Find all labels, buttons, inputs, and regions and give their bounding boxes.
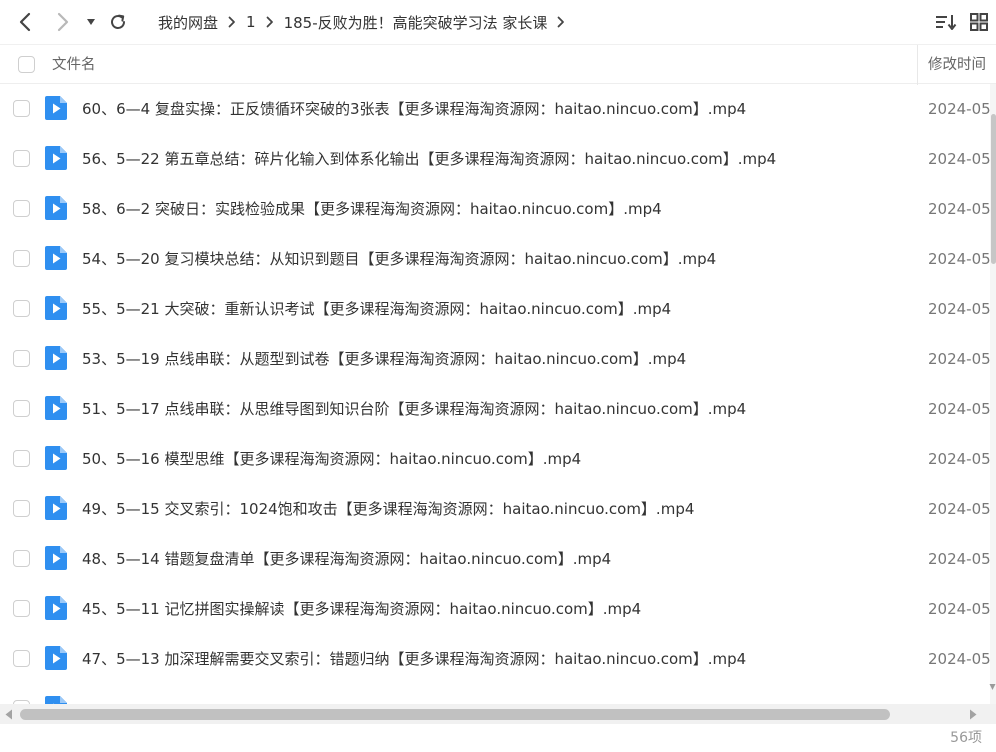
list-item[interactable]: 50、5—16 模型思维【更多课程海淘资源网：haitao.nincuo.com… — [0, 434, 990, 484]
file-name[interactable]: 53、5—19 点线串联：从题型到试卷【更多课程海淘资源网：haitao.nin… — [82, 334, 686, 384]
scroll-down-arrow-icon[interactable] — [989, 683, 996, 691]
item-count: 56项 — [950, 730, 982, 746]
video-file-icon — [45, 396, 67, 420]
file-name[interactable]: 56、5—22 第五章总结：碎片化输入到体系化输出【更多课程海淘资源网：hait… — [82, 134, 776, 184]
status-bar: 56项 — [0, 724, 996, 752]
grid-view-button[interactable] — [968, 10, 990, 34]
vertical-scrollbar[interactable] — [990, 84, 996, 704]
forward-button[interactable] — [52, 8, 74, 36]
video-file-icon — [45, 496, 67, 520]
video-file-icon — [45, 146, 67, 170]
file-name[interactable]: 51、5—17 点线串联：从思维导图到知识台阶【更多课程海淘资源网：haitao… — [82, 384, 746, 434]
toolbar: 我的网盘 1 185-反败为胜！高能突破学习法 家长课 — [0, 0, 996, 44]
file-list: 60、6—4 复盘实操：正反馈循环突破的3张表【更多课程海淘资源网：haitao… — [0, 84, 990, 704]
file-modified-time: 2024-05 — [928, 650, 990, 668]
file-name[interactable]: 60、6—4 复盘实操：正反馈循环突破的3张表【更多课程海淘资源网：haitao… — [82, 84, 746, 134]
video-file-icon — [45, 446, 67, 470]
video-file-icon — [45, 196, 67, 220]
row-checkbox[interactable] — [13, 500, 30, 517]
file-name[interactable]: 47、5—13 加深理解需要交叉索引：错题归纳【更多课程海淘资源网：haitao… — [82, 634, 746, 684]
chevron-right-icon — [228, 16, 236, 28]
video-file-icon — [45, 96, 67, 120]
row-checkbox[interactable] — [13, 250, 30, 267]
list-item[interactable]: 48、5—14 错题复盘清单【更多课程海淘资源网：haitao.nincuo.c… — [0, 534, 990, 584]
list-item[interactable]: 60、6—4 复盘实操：正反馈循环突破的3张表【更多课程海淘资源网：haitao… — [0, 84, 990, 134]
file-modified-time: 2024-05 — [928, 200, 990, 218]
file-modified-time: 2024-05 — [928, 150, 990, 168]
row-checkbox[interactable] — [13, 100, 30, 117]
scroll-left-arrow-icon[interactable] — [4, 709, 14, 720]
file-modified-time: 2024-05 — [928, 350, 990, 368]
file-modified-time: 2024-05 — [928, 100, 990, 118]
refresh-button[interactable] — [106, 8, 130, 36]
file-modified-time: 2024-05 — [928, 400, 990, 418]
horizontal-scrollbar[interactable] — [0, 704, 996, 724]
list-item[interactable]: 51、5—17 点线串联：从思维导图到知识台阶【更多课程海淘资源网：haitao… — [0, 384, 990, 434]
video-file-icon — [45, 346, 67, 370]
list-item[interactable]: 49、5—15 交叉索引：1024饱和攻击【更多课程海淘资源网：haitao.n… — [0, 484, 990, 534]
chevron-right-icon — [266, 16, 274, 28]
breadcrumb-item[interactable]: 185-反败为胜！高能突破学习法 家长课 — [284, 12, 548, 33]
file-modified-time: 2024-05 — [928, 450, 990, 468]
sort-icon — [936, 15, 957, 30]
grid-view-icon — [970, 13, 988, 31]
breadcrumb-item[interactable]: 1 — [246, 13, 256, 31]
sort-button[interactable] — [934, 10, 958, 34]
file-name[interactable]: 55、5—21 大突破：重新认识考试【更多课程海淘资源网：haitao.ninc… — [82, 284, 671, 334]
list-item[interactable]: 53、5—19 点线串联：从题型到试卷【更多课程海淘资源网：haitao.nin… — [0, 334, 990, 384]
list-item[interactable]: 47、5—13 加深理解需要交叉索引：错题归纳【更多课程海淘资源网：haitao… — [0, 634, 990, 684]
caret-down-icon — [87, 19, 95, 25]
horizontal-scroll-thumb[interactable] — [20, 709, 890, 720]
chevron-right-icon — [57, 12, 69, 32]
breadcrumb: 我的网盘 1 185-反败为胜！高能突破学习法 家长课 — [158, 0, 575, 44]
chevron-left-icon — [19, 12, 31, 32]
video-file-icon — [45, 296, 67, 320]
file-name[interactable]: 58、6—2 突破日：实践检验成果【更多课程海淘资源网：haitao.nincu… — [82, 184, 662, 234]
file-name[interactable]: 50、5—16 模型思维【更多课程海淘资源网：haitao.nincuo.com… — [82, 434, 581, 484]
row-checkbox[interactable] — [13, 200, 30, 217]
video-file-icon — [45, 696, 67, 704]
history-dropdown-button[interactable] — [84, 8, 98, 36]
file-modified-time: 2024-05 — [928, 300, 990, 318]
list-item[interactable]: 54、5—20 复习模块总结：从知识到题目【更多课程海淘资源网：haitao.n… — [0, 234, 990, 284]
row-checkbox[interactable] — [13, 550, 30, 567]
column-header-name[interactable]: 文件名 — [52, 45, 96, 85]
file-name[interactable]: 54、5—20 复习模块总结：从知识到题目【更多课程海淘资源网：haitao.n… — [82, 234, 716, 284]
row-checkbox[interactable] — [13, 600, 30, 617]
column-header: 文件名 修改时间 — [0, 44, 996, 85]
file-name[interactable]: 45、5—11 记忆拼图实操解读【更多课程海淘资源网：haitao.nincuo… — [82, 584, 641, 634]
breadcrumb-item[interactable]: 我的网盘 — [158, 12, 218, 33]
file-name[interactable]: 49、5—15 交叉索引：1024饱和攻击【更多课程海淘资源网：haitao.n… — [82, 484, 694, 534]
file-modified-time: 2024-05 — [928, 550, 990, 568]
chevron-right-icon[interactable] — [557, 16, 565, 28]
video-file-icon — [45, 246, 67, 270]
list-item[interactable] — [0, 684, 990, 704]
video-file-icon — [45, 646, 67, 670]
file-modified-time: 2024-05 — [928, 600, 990, 618]
vertical-scroll-thumb[interactable] — [991, 114, 996, 264]
file-modified-time: 2024-05 — [928, 500, 990, 518]
row-checkbox[interactable] — [13, 650, 30, 667]
row-checkbox[interactable] — [13, 300, 30, 317]
video-file-icon — [45, 546, 67, 570]
list-item[interactable]: 45、5—11 记忆拼图实操解读【更多课程海淘资源网：haitao.nincuo… — [0, 584, 990, 634]
list-item[interactable]: 56、5—22 第五章总结：碎片化输入到体系化输出【更多课程海淘资源网：hait… — [0, 134, 990, 184]
list-item[interactable]: 55、5—21 大突破：重新认识考试【更多课程海淘资源网：haitao.ninc… — [0, 284, 990, 334]
column-divider[interactable] — [917, 45, 918, 85]
list-item[interactable]: 58、6—2 突破日：实践检验成果【更多课程海淘资源网：haitao.nincu… — [0, 184, 990, 234]
video-file-icon — [45, 596, 67, 620]
file-name[interactable]: 48、5—14 错题复盘清单【更多课程海淘资源网：haitao.nincuo.c… — [82, 534, 611, 584]
scroll-right-arrow-icon[interactable] — [968, 709, 978, 720]
row-checkbox[interactable] — [13, 450, 30, 467]
row-checkbox[interactable] — [13, 400, 30, 417]
row-checkbox[interactable] — [13, 350, 30, 367]
column-header-modified[interactable]: 修改时间 — [928, 45, 986, 85]
refresh-icon — [111, 14, 125, 29]
back-button[interactable] — [14, 8, 36, 36]
select-all-checkbox[interactable] — [18, 56, 35, 73]
row-checkbox[interactable] — [13, 150, 30, 167]
file-modified-time: 2024-05 — [928, 250, 990, 268]
